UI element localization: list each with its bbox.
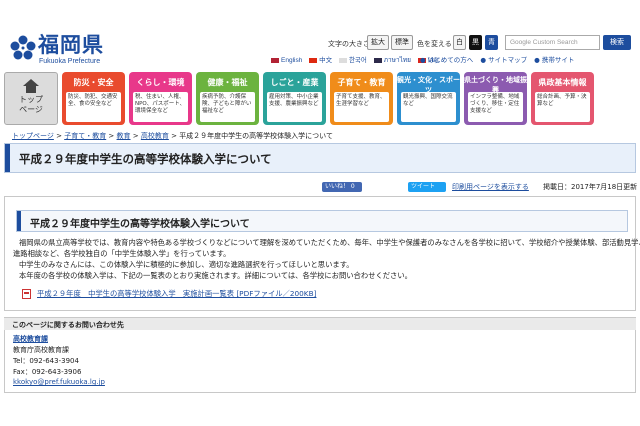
nav-kosodate[interactable]: 子育て・教育 子育て支援、教育、生涯学習など — [330, 72, 393, 125]
plum-blossom-logo-icon — [10, 35, 36, 60]
nav-bousai[interactable]: 防災・安全 防災、防犯、交通安全、食の安全など — [62, 72, 125, 125]
search-button[interactable]: 検索 — [603, 35, 631, 50]
section-heading-text: 平成２９年度中学生の高等学校体験入学について — [30, 219, 250, 230]
home-label-line2: ページ — [19, 105, 43, 114]
sitemap-link[interactable]: ● サイトマップ — [480, 56, 527, 64]
pdf-download-link[interactable]: 平成２９年度 中学生の高等学校体験入学 実施計画一覧表 [PDFファイル／200… — [37, 289, 316, 299]
us-flag-icon — [271, 57, 279, 63]
contact-email-link[interactable]: kkokyo@pref.fukuoka.lg.jp — [13, 378, 105, 386]
nav-desc: 雇用対策、中小企業支援、農業振興など — [267, 92, 322, 122]
category-nav: トップ ページ 防災・安全 防災、防犯、交通安全、食の安全など くらし・環境 税… — [4, 72, 636, 125]
thai-flag-icon — [373, 57, 382, 63]
contact-heading: このページに関するお問い合わせ先 — [4, 317, 636, 330]
site-logo[interactable]: 福岡県 Fukuoka Prefecture — [10, 33, 110, 67]
paragraph: 進路相談など、各学校独自の「中学生体験入学」を行っています。 — [13, 249, 231, 258]
language-links: English 中文 한국어 ภาษาไทย Việt — [271, 54, 444, 64]
nav-shigoto[interactable]: しごと・産業 雇用対策、中小企業支援、農業振興など — [263, 72, 326, 125]
korea-flag-icon — [338, 57, 347, 63]
lang-english[interactable]: English — [271, 57, 302, 64]
nav-kensei[interactable]: 県政基本情報 総合計画、予算・決算など — [531, 72, 594, 125]
nav-kendo[interactable]: 県土づくり・地域振興 インフラ整備、地域づくり、移住・定住支援など — [464, 72, 527, 125]
utility-links: ● はじめての方へ ● サイトマップ ● 携帯サイト — [420, 54, 579, 64]
nav-title: 防災・安全 — [73, 78, 114, 87]
contact-info: 高校教育課 教育庁高校教育課 Tel：092-643-3904 Fax：092-… — [4, 330, 636, 393]
color-blue-button[interactable]: 青 — [485, 35, 498, 50]
search-input[interactable]: Google Custom Search — [505, 35, 600, 50]
nav-title: 子育て・教育 — [337, 78, 386, 87]
tweet-button[interactable]: ツイート — [408, 182, 446, 192]
breadcrumb: トップページ > 子育て・教育 > 教育 > 高校教育 > 平成２９年度中学生の… — [12, 131, 333, 141]
breadcrumb-current: 平成２９年度中学生の高等学校体験入学について — [179, 132, 333, 140]
main-content: 平成２９年度中学生の高等学校体験入学について 福岡県の県立高等学校では、教育内容… — [4, 196, 640, 311]
logo-english: Fukuoka Prefecture — [39, 58, 101, 65]
posted-date: 掲載日：2017年7月18日更新 — [543, 183, 638, 191]
nav-title: しごと・産業 — [270, 78, 319, 87]
nav-home[interactable]: トップ ページ — [4, 72, 58, 125]
nav-desc: 観光振興、国際交流など — [401, 92, 456, 122]
print-page-link[interactable]: 印刷用ページを表示する — [452, 182, 529, 192]
title-accent — [5, 144, 10, 172]
breadcrumb-separator: > — [168, 132, 180, 140]
color-black-button[interactable]: 黒 — [469, 35, 482, 50]
nav-desc: 税、住まい、人権、NPO、パスポート、環境保全など — [133, 92, 188, 122]
nav-desc: 防災、防犯、交通安全、食の安全など — [66, 92, 121, 122]
home-label-line1: トップ — [19, 95, 43, 104]
lang-chinese[interactable]: 中文 — [309, 54, 332, 64]
facebook-like-button[interactable]: いいね！ 0 — [322, 182, 362, 192]
section-heading: 平成２９年度中学生の高等学校体験入学について — [16, 210, 628, 232]
contact-tel: Tel：092-643-3904 — [13, 357, 79, 365]
mobile-site-link[interactable]: ● 携帯サイト — [534, 56, 574, 64]
pdf-icon — [22, 289, 31, 299]
logo-name: 福岡県 — [38, 32, 104, 57]
font-size-label: 文字の大きさ — [328, 40, 370, 48]
nav-desc: 総合計画、予算・決算など — [535, 92, 590, 122]
heading-accent — [17, 211, 21, 231]
paragraph: 中学生のみなさんには、この体験入学に積極的に参加し、適切な進路選択を行ってほしい… — [19, 260, 354, 269]
nav-kurashi[interactable]: くらし・環境 税、住まい、人権、NPO、パスポート、環境保全など — [129, 72, 192, 125]
nav-title: 県政基本情報 — [538, 78, 587, 87]
nav-title: くらし・環境 — [136, 78, 185, 87]
color-white-button[interactable]: 白 — [453, 35, 466, 50]
paragraph: 福岡県の県立高等学校では、教育内容や特色ある学校づくりなどについて理解を深めてい… — [19, 238, 640, 247]
nav-desc: 子育て支援、教育、生涯学習など — [334, 92, 389, 122]
breadcrumb-separator: > — [53, 132, 65, 140]
contact-fax: Fax：092-643-3906 — [13, 368, 82, 376]
page-title-bar: 平成２９年度中学生の高等学校体験入学について — [4, 143, 636, 173]
breadcrumb-koko[interactable]: 高校教育 — [141, 132, 169, 140]
page-title: 平成２９年度中学生の高等学校体験入学について — [19, 152, 272, 166]
home-icon — [23, 79, 39, 93]
lang-korean[interactable]: 한국어 — [338, 54, 367, 64]
contact-org: 教育庁高校教育課 — [13, 346, 69, 354]
breadcrumb-separator: > — [106, 132, 117, 140]
contact-heading-text: このページに関するお問い合わせ先 — [12, 321, 124, 329]
nav-kenko[interactable]: 健康・福祉 疾病予防、介護保険、子どもと障がい福祉など — [196, 72, 259, 125]
contact-dept-link[interactable]: 高校教育課 — [13, 334, 48, 344]
breadcrumb-separator: > — [130, 132, 141, 140]
lang-thai[interactable]: ภาษาไทย — [373, 55, 411, 65]
font-large-button[interactable]: 拡大 — [367, 35, 389, 50]
nav-title: 健康・福祉 — [207, 78, 248, 87]
beginners-link[interactable]: ● はじめての方へ — [420, 56, 473, 64]
breadcrumb-kyoiku[interactable]: 教育 — [117, 132, 131, 140]
china-flag-icon — [309, 57, 318, 63]
color-change-label: 色を変える — [417, 40, 452, 48]
paragraph: 本年度の各学校の体験入学は、下記の一覧表のとおり実施されます。詳細については、各… — [19, 271, 412, 280]
font-standard-button[interactable]: 標準 — [391, 35, 413, 50]
nav-desc: 疾病予防、介護保険、子どもと障がい福祉など — [200, 92, 255, 122]
nav-kanko[interactable]: 観光・文化・スポーツ 観光振興、国際交流など — [397, 72, 460, 125]
breadcrumb-kosodate[interactable]: 子育て・教育 — [64, 132, 106, 140]
breadcrumb-top[interactable]: トップページ — [12, 132, 54, 140]
nav-desc: インフラ整備、地域づくり、移住・定住支援など — [468, 92, 523, 122]
